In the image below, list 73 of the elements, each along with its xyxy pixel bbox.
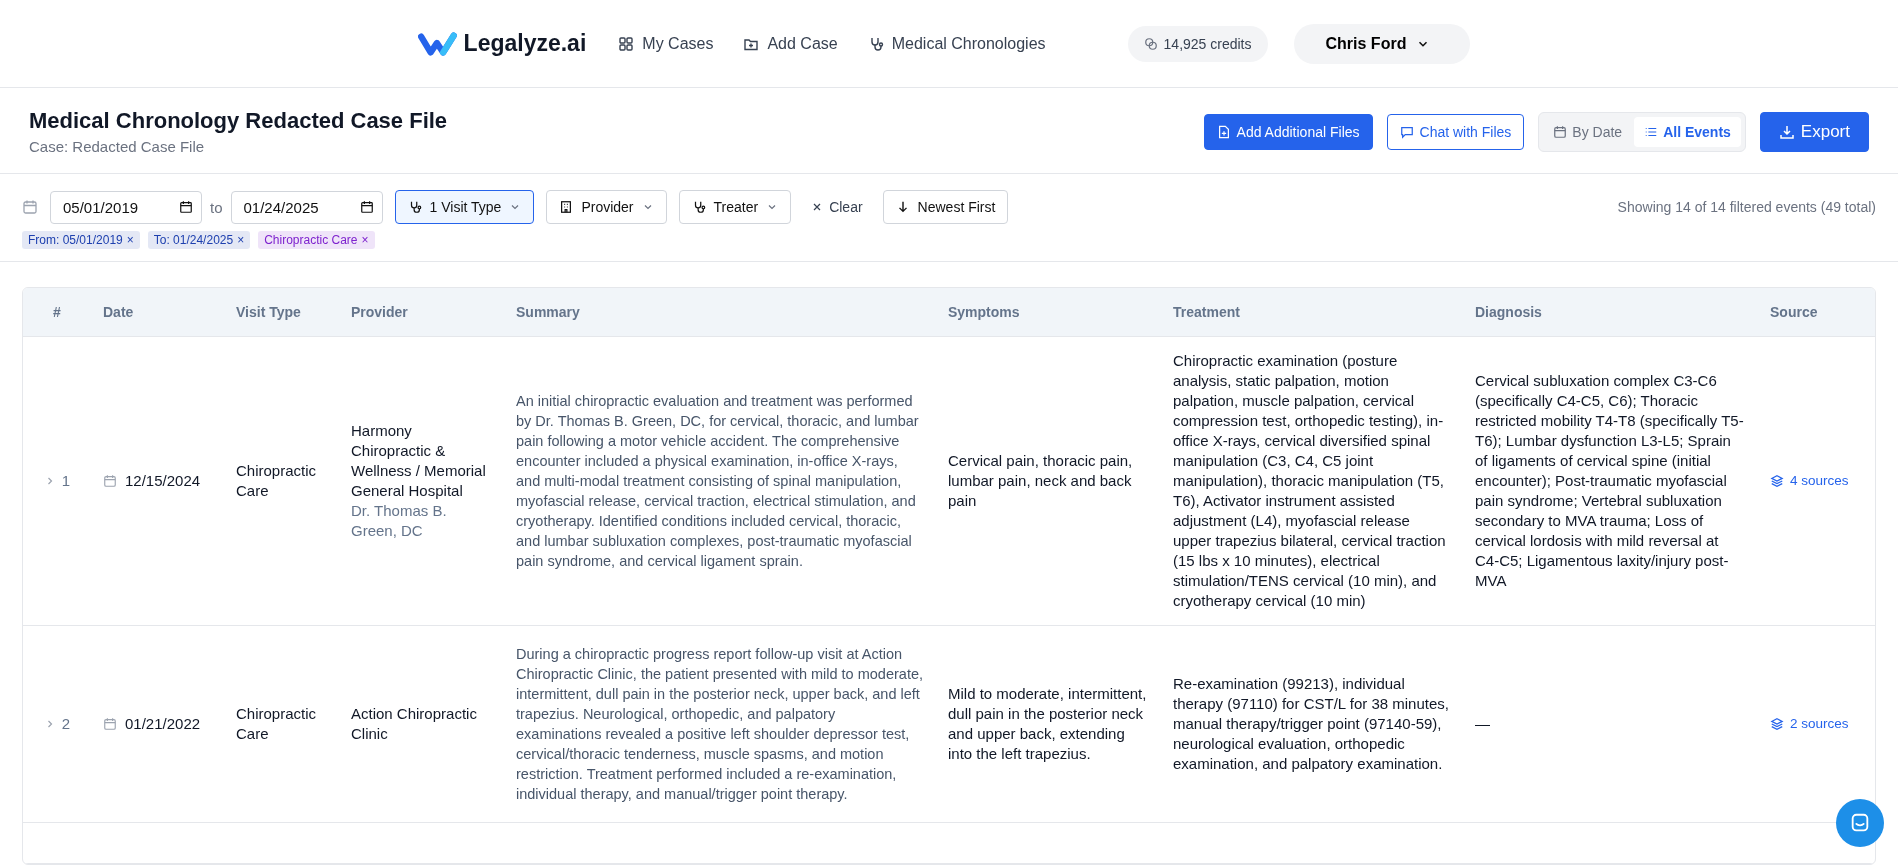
summary-text: During a chiropractic progress report follow-up visit at Action Chiropractic Clinic, the patient presented with mild to moderate, intermittent, dull pain in the posterior neck, upper back, and left trapezius. Neurological, orthopedic, and palpatory examinations revealed a positive left shoulder depressor test, cervical/thoracic tenderness, muscle spasms, and motion restriction. Treatment performed included a re-examination, individual therapy, and manual/trigger point therapy. [516, 645, 924, 804]
download-icon [1778, 123, 1795, 140]
chip-label: From: 05/01/2019 [28, 233, 123, 247]
nav-link[interactable]: Medical Chronologies [867, 34, 1046, 53]
coins-icon [1143, 36, 1158, 51]
layers-icon [1770, 717, 1784, 731]
symptoms-text: Mild to moderate, intermittent, dull pain in the posterior neck and upper back, extending into the left trapezius. [948, 684, 1148, 764]
diagnosis-text: Cervical subluxation complex C3-C6 (specifically C4-C5, C6); Thoracic restricted mobility T4-T8 (specifically T5-T6); Lumbar dysfunction L3-L5; Sprain of ligaments of cervical spine (initial encounter); Post-traumatic myofascial pain syndrome; Vertebral subluxation secondary to MVA trauma; Loss of cervical lordosis with mild reversal at C4-C5; Ligamentous laxity/injury post-MVA [1475, 371, 1745, 591]
chip-remove-button[interactable]: × [361, 233, 369, 247]
chat-icon [1849, 812, 1871, 834]
provider-name: Action Chiropractic Clinic [351, 704, 478, 744]
nav-link[interactable]: Add Case [743, 34, 838, 53]
chat-launcher-button[interactable] [1836, 799, 1884, 847]
sources-link[interactable]: 4 sources [1770, 471, 1863, 491]
logo-icon [417, 29, 460, 58]
diagnosis-text: — [1475, 714, 1491, 734]
chat-button[interactable]: Chat with Files [1386, 113, 1525, 150]
case-subtitle: Case: Redacted Case File [29, 138, 206, 155]
filter-dropdown[interactable]: Treater [678, 190, 792, 224]
calendar-icon[interactable] [179, 199, 193, 214]
visit-type: Chiropractic Care [236, 704, 318, 744]
to-date-field[interactable]: 01/24/2025 [230, 190, 383, 224]
export-button[interactable]: Export [1759, 111, 1869, 152]
column-header: Treatment [1161, 288, 1463, 337]
results-count: Showing 14 of 14 filtered events (49 total) [1617, 199, 1876, 215]
column-header: Summary [504, 288, 936, 337]
credits-badge: 14,925 credits [1127, 25, 1268, 62]
chip-remove-button[interactable]: × [237, 233, 245, 247]
chip-remove-button[interactable]: × [126, 233, 134, 247]
sort-button[interactable]: Newest First [882, 190, 1009, 224]
layers-icon [1770, 474, 1784, 488]
treatment-text: Chiropractic examination (posture analysis, static palpation, motion palpation, muscle palpation, cervical compression test, orthopedic testing), in-office X-rays, cervical diversified spinal manipulation (C3, C4, C5 joint manipulation), thoracic manipulation (T5, T6), Activator instrument assisted adjustment (L4), myofascial release upper trapezius bilateral, cervical traction (15 lbs x 10 minutes), electrical stimulation/TENS cervical (10 min), and cryotherapy cervical (10 min) [1173, 351, 1447, 611]
to-label: to [210, 198, 223, 216]
visit-type: Chiropractic Care [236, 461, 318, 501]
calendar-icon [103, 717, 117, 731]
chat-icon [1399, 124, 1414, 139]
column-header: Symptoms [936, 288, 1161, 337]
symptoms-text: Cervical pain, thoracic pain, lumbar pain, neck and back pain [948, 451, 1134, 511]
column-header: # [23, 288, 91, 337]
summary-text: An initial chiropractic evaluation and treatment was performed by Dr. Thomas B. Green, DC, for cervical, thoracic, and lumbar pain following a motor vehicle accident. The comprehensive encounter included a physical examination, in-office X-rays, and multi-modal treatment consisting of spinal manipulation, myofascial release, cervical traction, electrical stimulation, and cryotherapy. Identified conditions included cervical, thoracic, and lumbar subluxation complexes, post-traumatic myofascial pain syndrome, and cervical ligament sprain. [516, 392, 920, 571]
filter-dropdown[interactable]: Provider [546, 190, 667, 224]
logo-text: Legalyze.ai [463, 30, 587, 57]
treatment-text: Re-examination (99213), individual therapy (97110) for CST/L for 38 minutes, manual therapy/trigger point (97140-59), neurological evaluation, orthopedic examination, and palpatory examination. [1173, 674, 1450, 774]
row-number: 2 [61, 714, 71, 734]
user-menu-button[interactable]: Chris Ford [1293, 23, 1471, 64]
building-icon [559, 200, 574, 214]
provider-name: Harmony Chiropractic & Wellness / Memorial General Hospital [351, 421, 487, 501]
calendar-icon [22, 199, 38, 215]
calendar-icon [1553, 124, 1568, 139]
file-plus-icon [1216, 124, 1231, 139]
column-header: Source [1758, 288, 1875, 337]
nav-link[interactable]: My Cases [618, 34, 714, 53]
calendar-icon[interactable] [359, 199, 374, 214]
row-number: 1 [61, 471, 71, 491]
filter-dropdown[interactable]: 1 Visit Type [394, 190, 535, 224]
grid-icon [618, 35, 635, 52]
clear-button[interactable]: Clear [803, 193, 871, 221]
add-files-button[interactable]: Add Additional Files [1203, 113, 1373, 150]
event-date: 01/21/2022 [125, 714, 201, 734]
view-tab[interactable]: By Date [1543, 116, 1633, 147]
view-tab[interactable]: All Events [1634, 116, 1741, 147]
event-date: 12/15/2024 [125, 471, 201, 491]
column-header: Diagnosis [1463, 288, 1758, 337]
column-header: Visit Type [224, 288, 339, 337]
page-title: Medical Chronology Redacted Case File [29, 108, 448, 134]
treater-name: Dr. Thomas B. Green, DC [351, 501, 448, 541]
chip-label: Chiropractic Care [264, 233, 358, 247]
from-date-field[interactable]: 05/01/2019 [50, 190, 202, 224]
sources-link[interactable]: 2 sources [1770, 714, 1863, 734]
calendar-icon [103, 474, 117, 488]
column-header: Provider [339, 288, 504, 337]
column-header: Date [91, 288, 224, 337]
chip-label: To: 01/24/2025 [153, 233, 234, 247]
